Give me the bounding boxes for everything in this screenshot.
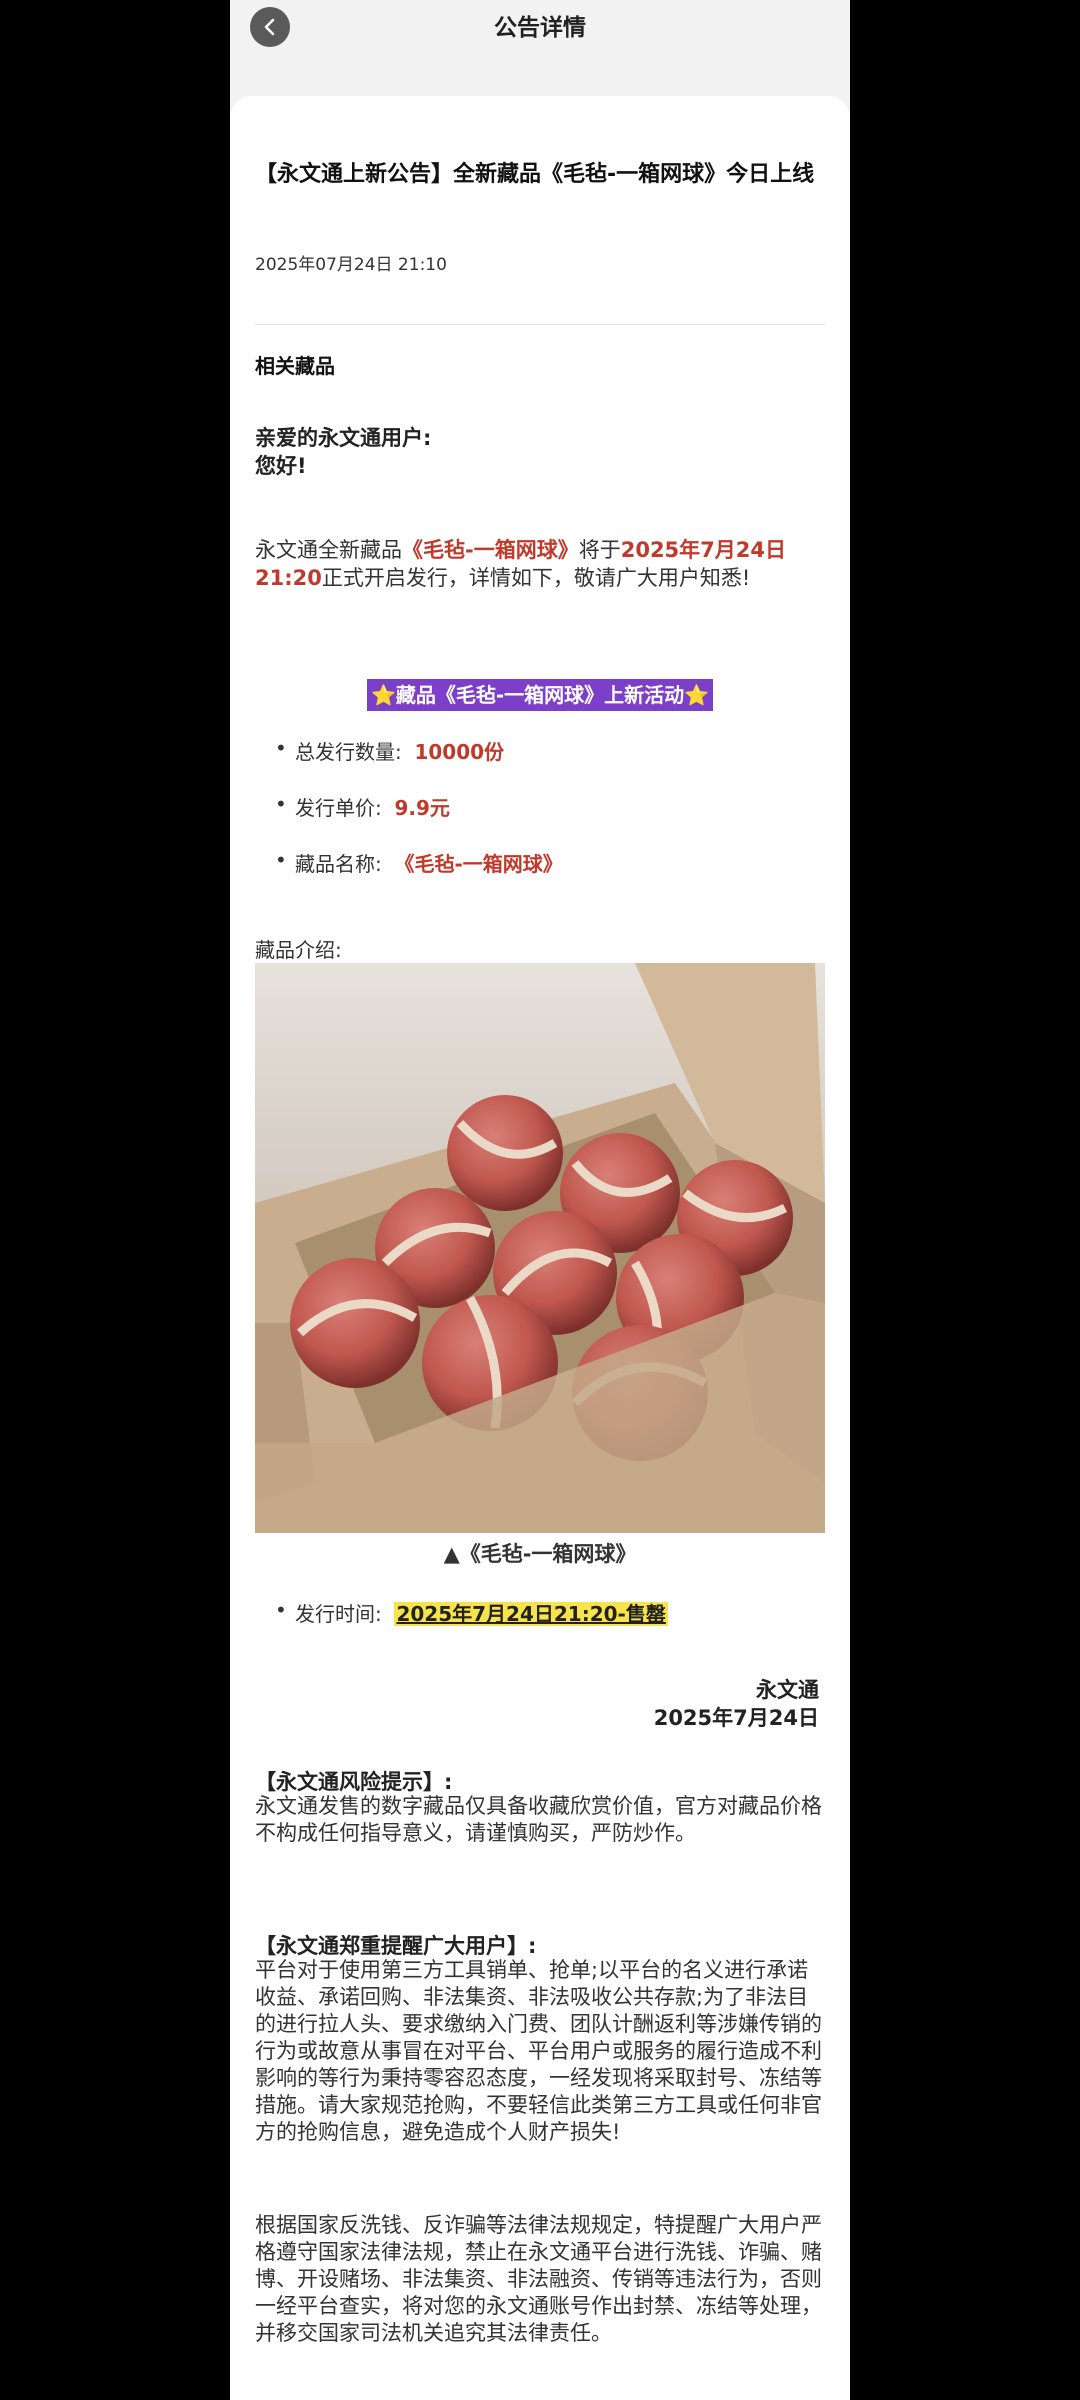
greeting: 亲爱的永文通用户: 您好! xyxy=(255,424,431,480)
back-button[interactable] xyxy=(250,7,290,47)
intro-text: 正式开启发行，详情如下，敬请广大用户知悉! xyxy=(321,566,751,590)
announcement-headline: 【永文通上新公告】全新藏品《毛毡-一箱网球》今日上线 xyxy=(255,162,815,187)
product-image xyxy=(255,963,825,1533)
greeting-line: 亲爱的永文通用户: xyxy=(255,426,432,450)
announcement-card: 【永文通上新公告】全新藏品《毛毡-一箱网球》今日上线 2025年07月24日 2… xyxy=(230,96,850,2400)
item-label: 发行单价: xyxy=(295,796,382,820)
item-value: 9.9元 xyxy=(394,796,450,820)
intro-text: 永文通全新藏品 xyxy=(255,538,402,562)
intro-text: 将于 xyxy=(578,538,621,562)
risk-warning-body: 永文通发售的数字藏品仅具备收藏欣赏价值，官方对藏品价格不构成任何指导意义，请谨慎… xyxy=(255,1794,822,1845)
signature-name: 永文通 xyxy=(756,1678,819,1702)
signature: 永文通 2025年7月24日 xyxy=(255,1676,819,1732)
image-caption: ▲《毛毡-一箱网球》 xyxy=(443,1542,637,1566)
star-icon: ⭐ xyxy=(684,683,710,707)
publish-date: 2025年07月24日 21:10 xyxy=(255,255,447,275)
greeting-line: 您好! xyxy=(255,454,307,478)
chevron-left-icon xyxy=(264,18,275,36)
item-value: 《毛毡-一箱网球》 xyxy=(394,852,563,876)
item-label: 藏品名称: xyxy=(295,852,382,876)
top-bar: 公告详情 xyxy=(230,0,850,60)
collection-name: 《毛毡-一箱网球》 xyxy=(402,538,579,562)
user-reminder-title: 【永文通郑重提醒广大用户】: xyxy=(255,1934,537,1958)
list-item: 发行单价: 9.9元 xyxy=(275,792,450,821)
release-time-value: 2025年7月24日21:20-售罄 xyxy=(394,1602,668,1626)
signature-date: 2025年7月24日 xyxy=(653,1706,819,1730)
legal-notice-body: 根据国家反洗钱、反诈骗等法律法规规定，特提醒广大用户严格遵守国家法律法规，禁止在… xyxy=(255,2213,822,2345)
risk-warning-title: 【永文通风险提示】: xyxy=(255,1770,453,1794)
intro-paragraph: 永文通全新藏品《毛毡-一箱网球》将于2025年7月24日21:20正式开启发行，… xyxy=(255,536,825,592)
list-item: 藏品名称: 《毛毡-一箱网球》 xyxy=(275,848,563,877)
item-value: 10000份 xyxy=(414,740,505,764)
activity-title: 藏品《毛毡-一箱网球》上新活动 xyxy=(395,683,685,707)
list-item: 总发行数量: 10000份 xyxy=(275,736,505,765)
page-title: 公告详情 xyxy=(494,15,586,41)
item-label: 总发行数量: xyxy=(295,740,402,764)
star-icon: ⭐ xyxy=(370,683,396,707)
item-label: 发行时间: xyxy=(295,1602,382,1626)
app-screen: 公告详情 【永文通上新公告】全新藏品《毛毡-一箱网球》今日上线 2025年07月… xyxy=(230,0,850,2400)
user-reminder-body: 平台对于使用第三方工具销单、抢单;以平台的名义进行承诺收益、承诺回购、非法集资、… xyxy=(255,1958,822,2144)
activity-banner: ⭐藏品《毛毡-一箱网球》上新活动⭐ xyxy=(255,679,825,711)
collection-intro-label: 藏品介绍: xyxy=(255,938,342,962)
felt-tennis-balls-box-illustration xyxy=(255,963,825,1533)
release-time-item: 发行时间: 2025年7月24日21:20-售罄 xyxy=(275,1598,668,1627)
related-collection-link[interactable]: 相关藏品 xyxy=(255,350,335,379)
divider xyxy=(255,324,825,325)
